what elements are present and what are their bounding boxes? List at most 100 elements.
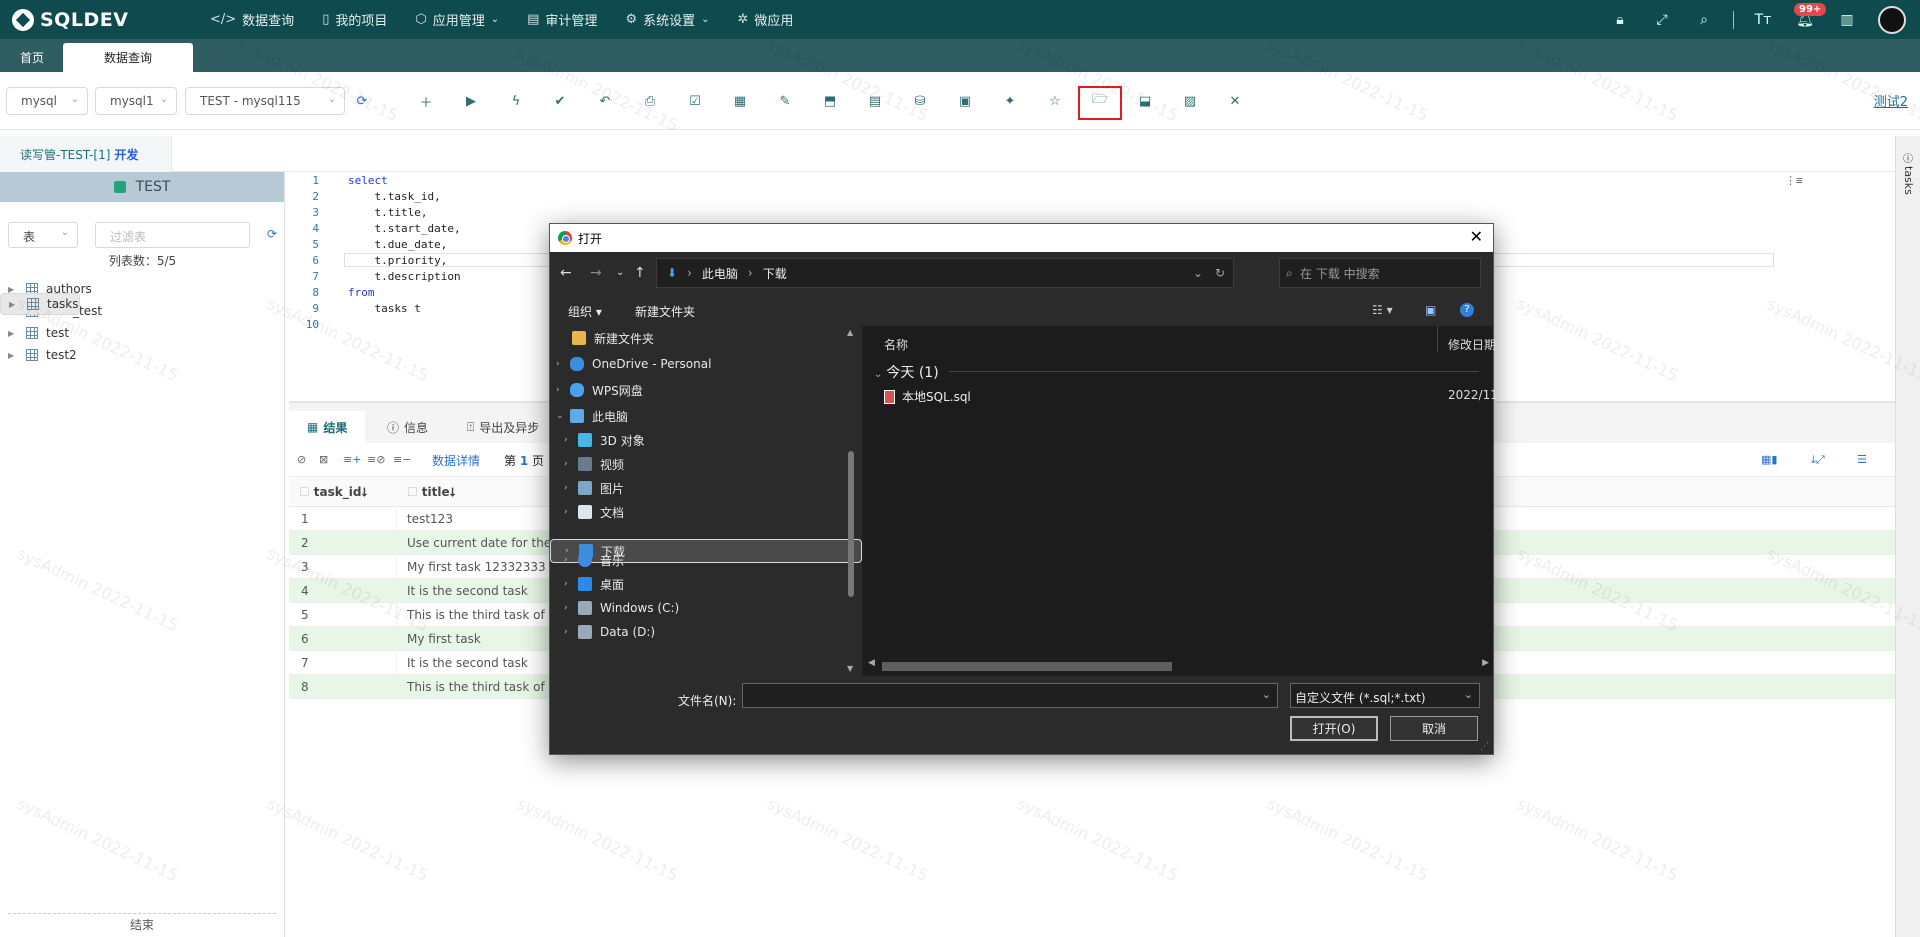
nav-audit-management[interactable]: ▤ 审计管理 (527, 10, 597, 29)
path-segment[interactable]: 下载 (763, 265, 787, 282)
list-icon[interactable]: ☰ (1857, 453, 1867, 466)
chevron-right-icon[interactable]: › (564, 603, 578, 613)
user-link[interactable]: 测试2 (1874, 91, 1908, 110)
edit-row-icon[interactable]: ≡⊘ (367, 453, 385, 466)
scroll-down-icon[interactable]: ▼ (847, 664, 853, 673)
chevron-down-icon[interactable]: ⌄ (1193, 266, 1203, 280)
font-size-icon[interactable]: Tт (1752, 9, 1774, 31)
tree-item-test2[interactable]: ▶ test2 (0, 344, 284, 366)
chevron-right-icon[interactable]: › (556, 385, 570, 395)
lock-icon[interactable]: 🔒︎ (1609, 9, 1631, 31)
nav-app-management[interactable]: ⬡ 应用管理 ⌄ (415, 10, 499, 29)
chevron-right-icon[interactable]: › (564, 459, 578, 469)
scroll-left-icon[interactable]: ◀ (868, 658, 875, 668)
chevron-right-icon[interactable]: › (564, 483, 578, 493)
nav-item-music[interactable]: › 音乐 (550, 548, 862, 572)
chevron-right-icon[interactable]: › (564, 555, 578, 565)
database-icon[interactable]: ⛁ (911, 92, 929, 110)
scroll-up-icon[interactable]: ▲ (847, 328, 853, 337)
column-header-task-id[interactable]: ☐ task_id⭣ (299, 485, 367, 500)
nav-system-settings[interactable]: ⚙ 系统设置 ⌄ (625, 10, 709, 29)
refresh-icon[interactable]: ↻ (1215, 266, 1225, 280)
path-segment[interactable]: 此电脑 (702, 265, 738, 282)
terminal-icon[interactable]: ▣ (956, 92, 974, 110)
nav-item-wps-drive[interactable]: › WPS网盘 (550, 378, 862, 402)
table-icon[interactable]: ▤ (866, 92, 884, 110)
file-item[interactable]: 本地SQL.sql (884, 388, 971, 405)
run-icon[interactable]: ▶ (462, 92, 480, 110)
table-filter-input[interactable]: 过滤表 (95, 222, 250, 248)
bell-icon[interactable]: 🔔︎ 99+ (1794, 2, 1827, 31)
back-icon[interactable]: ← (560, 265, 572, 281)
horizontal-scrollbar[interactable]: ◀ ▶ (864, 656, 1493, 674)
tab-editor-session[interactable]: 读写管-TEST-[1] 开发 (0, 136, 172, 172)
expand-icon[interactable]: ▶ (8, 329, 26, 338)
column-header-name[interactable]: 名称 (884, 336, 908, 353)
organize-button[interactable]: 组织 ▾ (568, 303, 602, 320)
nav-data-query[interactable]: </> 数据查询 (210, 10, 294, 29)
data-detail-link[interactable]: 数据详情 (432, 452, 480, 469)
nav-item-documents[interactable]: › 文档 (550, 500, 862, 524)
info-icon[interactable]: ⓘ (1903, 150, 1913, 165)
chevron-down-icon[interactable]: ⌄ (616, 267, 624, 278)
save-file-icon[interactable]: ⬓ (1136, 92, 1154, 110)
chevron-right-icon[interactable]: › (564, 507, 578, 517)
chevron-right-icon[interactable]: › (564, 435, 578, 445)
tab-home[interactable]: 首页 (0, 43, 64, 72)
save-icon[interactable]: ⬒ (821, 92, 839, 110)
db-type-select[interactable]: mysql ⌄ (6, 87, 88, 115)
nav-item-onedrive[interactable]: › OneDrive - Personal (550, 352, 862, 376)
magic-wand-icon[interactable]: ✦ (1001, 92, 1019, 110)
help-icon[interactable]: ? (1460, 303, 1474, 317)
delete-row-icon[interactable]: ≡− (393, 453, 411, 466)
chevron-down-icon[interactable]: ⌄ (556, 411, 570, 421)
nav-item-new-folder[interactable]: 新建文件夹 (550, 326, 862, 350)
preview-pane-icon[interactable]: ▣ (1425, 303, 1436, 317)
nav-item-this-pc[interactable]: ⌄ 此电脑 (550, 404, 862, 428)
file-type-select[interactable]: 自定义文件 (*.sql;*.txt) ⌄ (1290, 683, 1480, 708)
open-button[interactable]: 打开(O) (1290, 716, 1378, 741)
image-icon[interactable]: ▨ (1181, 92, 1199, 110)
tab-data-query[interactable]: 数据查询 (63, 43, 193, 72)
star-icon[interactable]: ☆ (1046, 92, 1064, 110)
refresh-icon[interactable]: ⟳ (267, 227, 277, 241)
scrollbar-thumb[interactable] (848, 451, 854, 597)
nav-item-videos[interactable]: › 视频 (550, 452, 862, 476)
edit-doc-icon[interactable]: ✎ (776, 92, 794, 110)
side-panel-label[interactable]: tasks (1902, 166, 1915, 195)
chevron-down-icon[interactable]: ⌄ (1262, 688, 1271, 701)
object-type-select[interactable]: 表 ⌄ (8, 222, 78, 248)
chevron-right-icon[interactable]: › (564, 627, 578, 637)
scrollbar-thumb[interactable] (882, 662, 1172, 671)
tab-info[interactable]: ⓘ 信息 (369, 411, 446, 443)
check-icon[interactable]: ⊘ (297, 453, 306, 466)
fullscreen-icon[interactable]: ⤢ (1651, 9, 1673, 31)
column-header-date[interactable]: 修改日期 (1448, 336, 1496, 353)
nav-item-3d-objects[interactable]: › 3D 对象 (550, 428, 862, 452)
resize-grip-icon[interactable]: ⋰ (1480, 742, 1489, 752)
filename-input[interactable]: ⌄ (742, 683, 1278, 708)
search-icon[interactable]: ⌕ (1693, 9, 1715, 31)
nav-item-drive-d[interactable]: › Data (D:) (550, 620, 862, 644)
path-box[interactable]: ⬇ › 此电脑 › 下载 ⌄ ↻ (656, 258, 1234, 288)
clear-icon[interactable]: ⊠ (319, 453, 328, 466)
nav-scrollbar[interactable]: ▲ ▼ (846, 328, 856, 673)
checkbox-icon[interactable]: ☐ (407, 485, 418, 499)
download-icon[interactable]: ⤓⤢ (1811, 453, 1825, 467)
search-input[interactable]: ⌕ 在 下载 中搜索 (1279, 258, 1481, 288)
column-divider[interactable] (1437, 326, 1438, 352)
cancel-button[interactable]: 取消 (1390, 716, 1478, 741)
grid-view-icon[interactable]: ▦▮ (1761, 453, 1777, 466)
format-icon[interactable]: ⎙ (641, 92, 659, 110)
tools-icon[interactable]: ✕ (1226, 92, 1244, 110)
lightning-icon[interactable]: ϟ (507, 92, 525, 110)
database-select[interactable]: TEST - mysql115 ⌄ (185, 87, 345, 115)
add-icon[interactable]: ＋ (417, 92, 435, 111)
view-options-icon[interactable]: ☷ ▾ (1372, 303, 1393, 317)
column-header-title[interactable]: ☐ title⭣ (407, 485, 455, 500)
nav-micro-app[interactable]: ✲ 微应用 (738, 10, 794, 29)
nav-my-projects[interactable]: ▯ 我的项目 (322, 10, 387, 29)
scroll-right-icon[interactable]: ▶ (1482, 658, 1489, 668)
expand-icon[interactable]: ▶ (8, 351, 26, 360)
tree-item-tasks[interactable]: ▶ tasks (0, 293, 80, 315)
